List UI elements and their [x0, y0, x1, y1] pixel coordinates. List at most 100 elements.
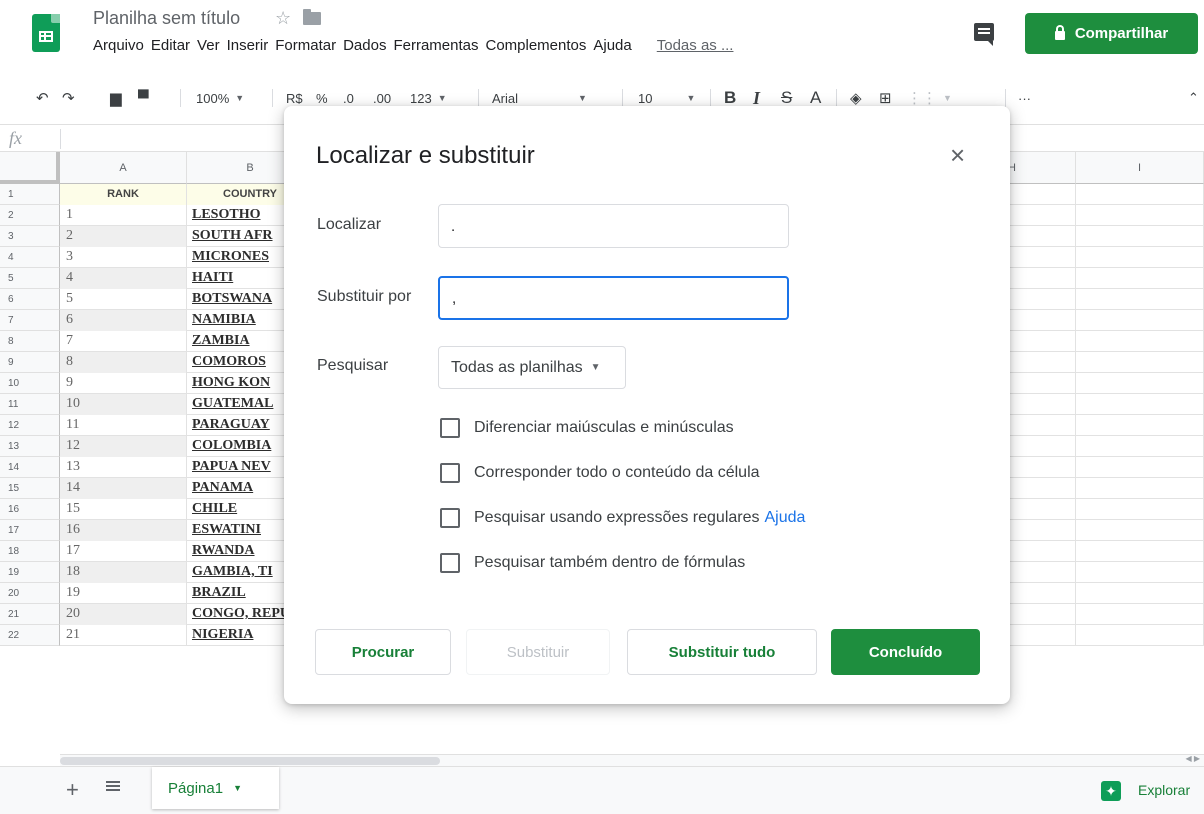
cell-rank[interactable]: 13 [60, 457, 187, 478]
cell-rank[interactable]: 14 [60, 478, 187, 499]
select-all-corner[interactable] [0, 152, 60, 184]
cell-empty[interactable] [1076, 226, 1204, 247]
row-header[interactable]: 16 [0, 499, 60, 520]
share-button[interactable]: Compartilhar [1025, 13, 1198, 54]
find-button[interactable]: Procurar [315, 629, 451, 675]
cell-rank[interactable]: 19 [60, 583, 187, 604]
cell-rank[interactable]: 16 [60, 520, 187, 541]
cell-rank[interactable]: 6 [60, 310, 187, 331]
row-header[interactable]: 2 [0, 205, 60, 226]
cell-rank[interactable]: 4 [60, 268, 187, 289]
cell-rank[interactable]: 9 [60, 373, 187, 394]
add-sheet-icon[interactable]: + [66, 777, 79, 803]
cell-empty[interactable] [1076, 415, 1204, 436]
cell-rank[interactable]: 11 [60, 415, 187, 436]
menu-ferramentas[interactable]: Ferramentas [393, 37, 478, 54]
zoom-select[interactable]: 100% ▼ [196, 80, 244, 116]
explore-icon[interactable]: ✦ [1101, 781, 1121, 801]
option-match-entire-cell[interactable]: Corresponder todo o conteúdo da célula [440, 463, 760, 483]
cell-rank[interactable]: 3 [60, 247, 187, 268]
regex-checkbox[interactable] [440, 508, 460, 528]
paint-format-icon[interactable]: ▀ [138, 80, 149, 116]
row-header[interactable]: 9 [0, 352, 60, 373]
cell-rank-header[interactable]: RANK [60, 184, 187, 205]
option-match-case[interactable]: Diferenciar maiúsculas e minúsculas [440, 418, 734, 438]
cell-empty[interactable] [1076, 583, 1204, 604]
row-header[interactable]: 15 [0, 478, 60, 499]
cell-empty[interactable] [1076, 331, 1204, 352]
replace-input[interactable] [438, 276, 789, 320]
row-header[interactable]: 4 [0, 247, 60, 268]
col-header-i[interactable]: I [1076, 152, 1204, 184]
cell-empty[interactable] [1076, 604, 1204, 625]
option-regex[interactable]: Pesquisar usando expressões regulares Aj… [440, 508, 805, 528]
replace-all-button[interactable]: Substituir tudo [627, 629, 817, 675]
row-header[interactable]: 5 [0, 268, 60, 289]
cell-empty[interactable] [1076, 247, 1204, 268]
row-header[interactable]: 1 [0, 184, 60, 205]
sheet-tab[interactable]: Página1 ▼ [152, 767, 279, 809]
horizontal-scrollbar[interactable] [60, 754, 1204, 766]
replace-button[interactable]: Substituir [466, 629, 610, 675]
undo-icon[interactable]: ↶ [36, 80, 49, 116]
cell-empty[interactable] [1076, 520, 1204, 541]
row-header[interactable]: 11 [0, 394, 60, 415]
row-header[interactable]: 12 [0, 415, 60, 436]
cell-empty[interactable] [1076, 184, 1204, 205]
cell-empty[interactable] [1076, 625, 1204, 646]
menu-complementos[interactable]: Complementos [485, 37, 586, 54]
row-header[interactable]: 22 [0, 625, 60, 646]
cell-rank[interactable]: 5 [60, 289, 187, 310]
star-icon[interactable]: ☆ [275, 8, 291, 29]
match-case-checkbox[interactable] [440, 418, 460, 438]
row-header[interactable]: 3 [0, 226, 60, 247]
cell-rank[interactable]: 15 [60, 499, 187, 520]
menu-dados[interactable]: Dados [343, 37, 386, 54]
cell-empty[interactable] [1076, 268, 1204, 289]
cell-rank[interactable]: 18 [60, 562, 187, 583]
folder-icon[interactable] [303, 9, 321, 25]
menu-ajuda[interactable]: Ajuda [593, 37, 631, 54]
close-icon[interactable]: × [950, 142, 965, 168]
cell-rank[interactable]: 1 [60, 205, 187, 226]
search-scope-select[interactable]: Todas as planilhas ▼ [438, 346, 626, 389]
col-header-a[interactable]: A [60, 152, 187, 184]
sheets-list-icon[interactable] [106, 779, 120, 793]
row-header[interactable]: 20 [0, 583, 60, 604]
menu-editar[interactable]: Editar [151, 37, 190, 54]
cell-empty[interactable] [1076, 499, 1204, 520]
cell-empty[interactable] [1076, 436, 1204, 457]
cell-empty[interactable] [1076, 541, 1204, 562]
menu-formatar[interactable]: Formatar [275, 37, 336, 54]
row-header[interactable]: 7 [0, 310, 60, 331]
cell-empty[interactable] [1076, 457, 1204, 478]
doc-title[interactable]: Planilha sem título [93, 8, 240, 29]
cell-rank[interactable]: 2 [60, 226, 187, 247]
entire-cell-checkbox[interactable] [440, 463, 460, 483]
sheets-logo-icon[interactable] [32, 14, 60, 52]
cell-rank[interactable]: 20 [60, 604, 187, 625]
regex-help-link[interactable]: Ajuda [765, 509, 806, 527]
formulas-checkbox[interactable] [440, 553, 460, 573]
cell-empty[interactable] [1076, 289, 1204, 310]
more-tools-button[interactable]: ··· [1018, 80, 1031, 116]
find-input[interactable] [438, 204, 789, 248]
row-header[interactable]: 8 [0, 331, 60, 352]
cell-empty[interactable] [1076, 394, 1204, 415]
row-header[interactable]: 17 [0, 520, 60, 541]
print-icon[interactable]: ▆ [110, 80, 122, 116]
cell-empty[interactable] [1076, 205, 1204, 226]
cell-rank[interactable]: 12 [60, 436, 187, 457]
collapse-icon[interactable]: ⌃ [1188, 80, 1199, 116]
row-header[interactable]: 14 [0, 457, 60, 478]
cell-empty[interactable] [1076, 562, 1204, 583]
redo-icon[interactable]: ↷ [62, 80, 75, 116]
row-header[interactable]: 18 [0, 541, 60, 562]
row-header[interactable]: 19 [0, 562, 60, 583]
row-header[interactable]: 13 [0, 436, 60, 457]
cell-rank[interactable]: 10 [60, 394, 187, 415]
explore-label[interactable]: Explorar [1138, 782, 1190, 798]
done-button[interactable]: Concluído [831, 629, 980, 675]
row-header[interactable]: 10 [0, 373, 60, 394]
menu-ver[interactable]: Ver [197, 37, 220, 54]
